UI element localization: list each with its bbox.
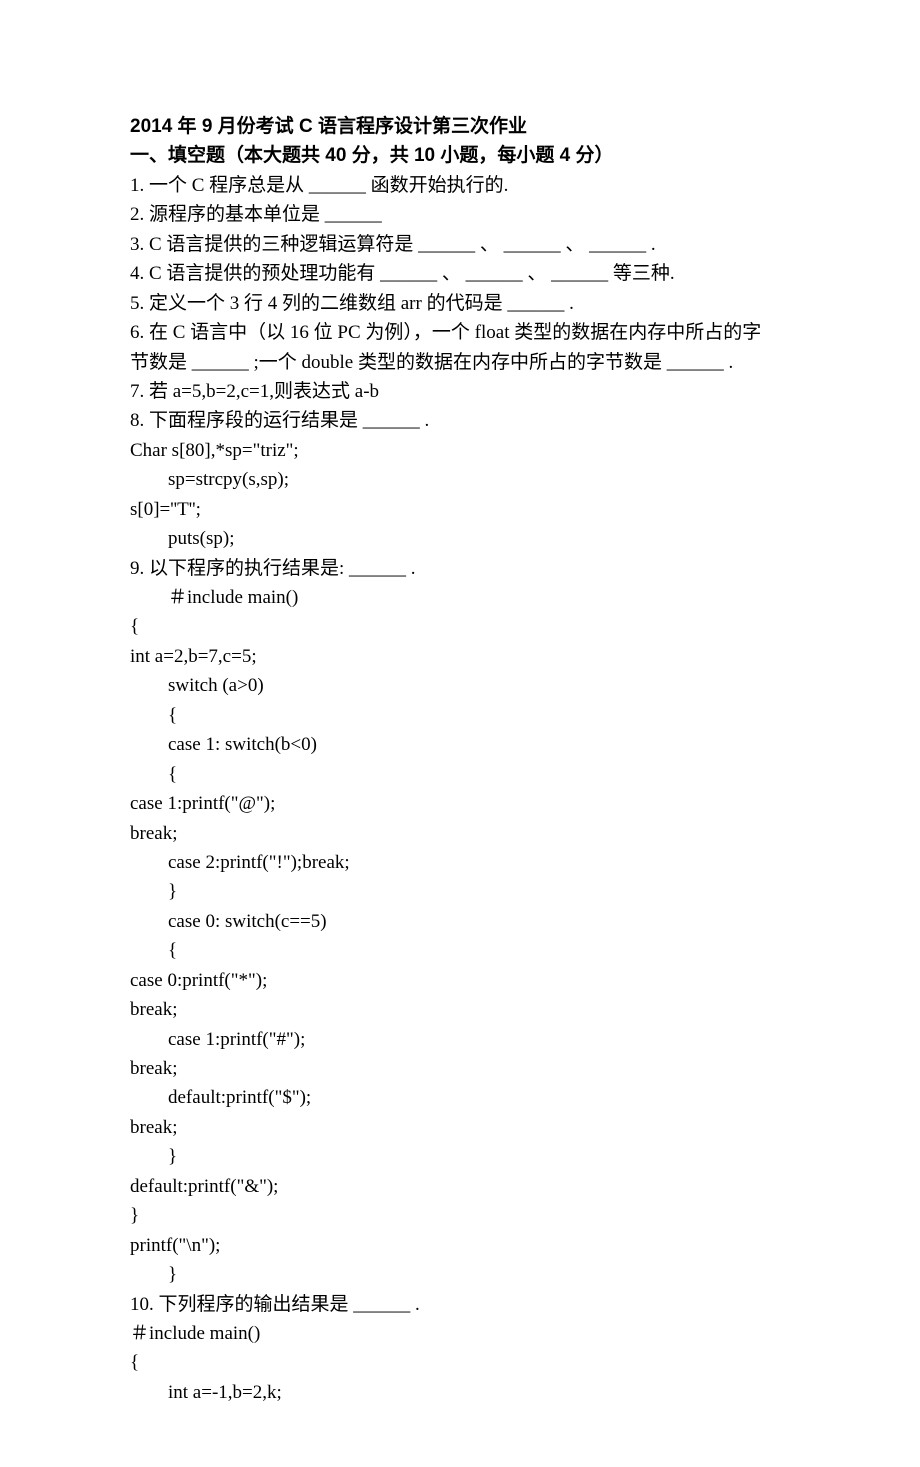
question-10-head: 10. 下列程序的输出结果是 ______ . bbox=[130, 1290, 790, 1319]
code-line: ＃include main() bbox=[130, 583, 790, 612]
code-line: break; bbox=[130, 819, 790, 848]
code-line: ＃include main() bbox=[130, 1319, 790, 1348]
code-line: sp=strcpy(s,sp); bbox=[130, 465, 790, 494]
code-line: { bbox=[130, 936, 790, 965]
code-line: case 2:printf("!");break; bbox=[130, 848, 790, 877]
question-1: 1. 一个 C 程序总是从 ______ 函数开始执行的. bbox=[130, 171, 790, 200]
question-4: 4. C 语言提供的预处理功能有 ______ 、 ______ 、 _____… bbox=[130, 259, 790, 288]
code-line: } bbox=[130, 877, 790, 906]
code-line: case 1:printf("@"); bbox=[130, 789, 790, 818]
code-line: } bbox=[130, 1142, 790, 1171]
code-line: { bbox=[130, 760, 790, 789]
code-line: int a=2,b=7,c=5; bbox=[130, 642, 790, 671]
code-line: case 0: switch(c==5) bbox=[130, 907, 790, 936]
code-line: Char s[80],*sp="triz"; bbox=[130, 436, 790, 465]
section-heading: 一、填空题（本大题共 40 分，共 10 小题，每小题 4 分） bbox=[130, 141, 790, 170]
question-6-line-b: 节数是 ______ ;一个 double 类型的数据在内存中所占的字节数是 _… bbox=[130, 348, 790, 377]
question-6-line-a: 6. 在 C 语言中（以 16 位 PC 为例），一个 float 类型的数据在… bbox=[130, 318, 790, 347]
code-line: case 1:printf("#"); bbox=[130, 1025, 790, 1054]
code-line: break; bbox=[130, 995, 790, 1024]
code-line: printf("\n"); bbox=[130, 1231, 790, 1260]
code-line: { bbox=[130, 612, 790, 641]
code-line: switch (a>0) bbox=[130, 671, 790, 700]
code-line: default:printf("$"); bbox=[130, 1083, 790, 1112]
code-line: default:printf("&"); bbox=[130, 1172, 790, 1201]
code-line: } bbox=[130, 1201, 790, 1230]
question-8-head: 8. 下面程序段的运行结果是 ______ . bbox=[130, 406, 790, 435]
question-7: 7. 若 a=5,b=2,c=1,则表达式 a-b bbox=[130, 377, 790, 406]
code-line: case 0:printf("*"); bbox=[130, 966, 790, 995]
code-line: { bbox=[130, 1348, 790, 1377]
code-line: } bbox=[130, 1260, 790, 1289]
code-line: break; bbox=[130, 1113, 790, 1142]
question-5: 5. 定义一个 3 行 4 列的二维数组 arr 的代码是 ______ . bbox=[130, 289, 790, 318]
code-line: puts(sp); bbox=[130, 524, 790, 553]
document-page: 2014 年 9 月份考试 C 语言程序设计第三次作业 一、填空题（本大题共 4… bbox=[0, 0, 920, 1467]
code-line: break; bbox=[130, 1054, 790, 1083]
question-2: 2. 源程序的基本单位是 ______ bbox=[130, 200, 790, 229]
code-line: int a=-1,b=2,k; bbox=[130, 1378, 790, 1407]
page-title: 2014 年 9 月份考试 C 语言程序设计第三次作业 bbox=[130, 112, 790, 141]
question-3: 3. C 语言提供的三种逻辑运算符是 ______ 、 ______ 、 ___… bbox=[130, 230, 790, 259]
question-9-head: 9. 以下程序的执行结果是: ______ . bbox=[130, 554, 790, 583]
code-line: { bbox=[130, 701, 790, 730]
code-line: case 1: switch(b<0) bbox=[130, 730, 790, 759]
code-line: s[0]=''T''; bbox=[130, 495, 790, 524]
